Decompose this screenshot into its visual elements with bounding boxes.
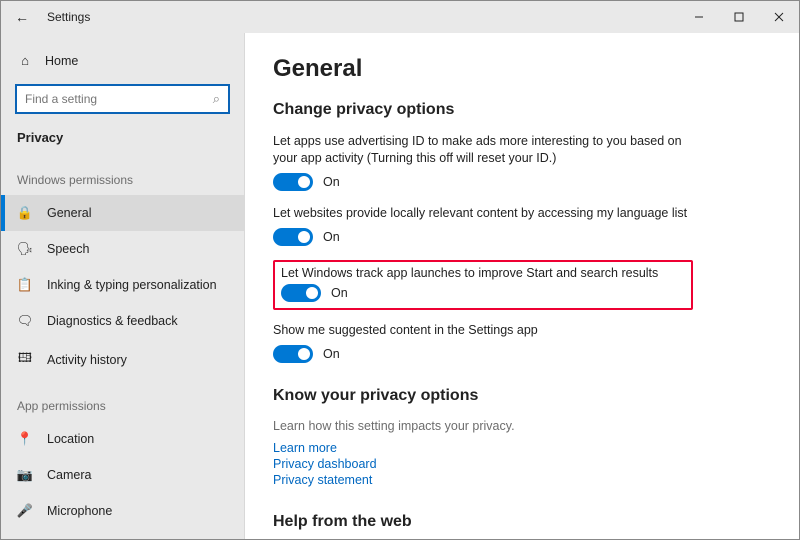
know-privacy-section: Know your privacy options Learn how this… xyxy=(273,387,769,487)
nav-label: Microphone xyxy=(47,504,112,518)
setting-track-app-launches-highlight: Let Windows track app launches to improv… xyxy=(273,260,693,310)
nav-inking[interactable]: 📋 Inking & typing personalization xyxy=(1,267,244,303)
nav-label: Diagnostics & feedback xyxy=(47,314,178,328)
home-nav[interactable]: ⌂ Home xyxy=(1,47,244,74)
nav-general[interactable]: 🔒 General xyxy=(1,195,244,231)
subheading-help-web: Help from the web xyxy=(273,513,769,531)
nav-label: Inking & typing personalization xyxy=(47,278,217,292)
group-app-permissions: App permissions xyxy=(1,381,244,421)
titlebar: ← Settings xyxy=(1,1,799,33)
setting-desc: Let apps use advertising ID to make ads … xyxy=(273,133,693,167)
toggle-state: On xyxy=(323,175,340,189)
nav-label: Location xyxy=(47,432,94,446)
location-icon: 📍 xyxy=(17,431,33,447)
toggle-state: On xyxy=(331,286,348,300)
minimize-button[interactable] xyxy=(679,1,719,33)
inking-icon: 📋 xyxy=(17,277,33,293)
nav-activity-history[interactable]: 🖽 Activity history xyxy=(1,339,244,381)
link-privacy-statement[interactable]: Privacy statement xyxy=(273,473,769,487)
toggle-advertising-id[interactable] xyxy=(273,173,313,191)
setting-language-list: Let websites provide locally relevant co… xyxy=(273,205,693,246)
help-from-web-section: Help from the web Managing Microsoft acc… xyxy=(273,513,769,540)
setting-desc: Let websites provide locally relevant co… xyxy=(273,205,693,222)
nav-microphone[interactable]: 🎤 Microphone xyxy=(1,493,244,529)
know-hint: Learn how this setting impacts your priv… xyxy=(273,419,769,433)
nav-speech[interactable]: 🗣 Speech xyxy=(1,231,244,267)
nav-camera[interactable]: 📷 Camera xyxy=(1,457,244,493)
lock-icon: 🔒 xyxy=(17,205,33,221)
toggle-state: On xyxy=(323,230,340,244)
microphone-icon: 🎤 xyxy=(17,503,33,519)
subheading-know-options: Know your privacy options xyxy=(273,387,769,405)
setting-desc: Let Windows track app launches to improv… xyxy=(281,266,685,280)
setting-desc: Show me suggested content in the Setting… xyxy=(273,322,693,339)
home-label: Home xyxy=(45,54,78,68)
search-box[interactable]: ⌕ xyxy=(15,84,230,114)
search-icon: ⌕ xyxy=(213,91,220,107)
nav-label: General xyxy=(47,206,91,220)
toggle-language-list[interactable] xyxy=(273,228,313,246)
speech-icon: 🗣 xyxy=(17,241,33,257)
nav-location[interactable]: 📍 Location xyxy=(1,421,244,457)
close-button[interactable] xyxy=(759,1,799,33)
subheading-privacy-options: Change privacy options xyxy=(273,101,769,119)
search-input[interactable] xyxy=(25,92,213,106)
toggle-state: On xyxy=(323,347,340,361)
nav-label: Speech xyxy=(47,242,89,256)
content-area[interactable]: General Change privacy options Let apps … xyxy=(245,33,799,539)
sidebar: ⌂ Home ⌕ Privacy Windows permissions 🔒 G… xyxy=(1,33,245,539)
feedback-icon: 🗨 xyxy=(17,313,33,329)
nav-diagnostics[interactable]: 🗨 Diagnostics & feedback xyxy=(1,303,244,339)
maximize-button[interactable] xyxy=(719,1,759,33)
window-title: Settings xyxy=(47,10,90,24)
group-windows-permissions: Windows permissions xyxy=(1,155,244,195)
nav-label: Camera xyxy=(47,468,91,482)
camera-icon: 📷 xyxy=(17,467,33,483)
toggle-track-app-launches[interactable] xyxy=(281,284,321,302)
link-privacy-dashboard[interactable]: Privacy dashboard xyxy=(273,457,769,471)
settings-window: ← Settings ⌂ Home ⌕ Privacy Windows perm… xyxy=(0,0,800,540)
back-button[interactable]: ← xyxy=(15,9,29,25)
page-title: General xyxy=(273,55,769,83)
home-icon: ⌂ xyxy=(17,53,33,68)
setting-advertising-id: Let apps use advertising ID to make ads … xyxy=(273,133,693,191)
toggle-suggested-content[interactable] xyxy=(273,345,313,363)
history-icon: 🖽 xyxy=(17,349,33,371)
section-title: Privacy xyxy=(1,126,244,155)
setting-suggested-content: Show me suggested content in the Setting… xyxy=(273,322,693,363)
link-learn-more[interactable]: Learn more xyxy=(273,441,769,455)
nav-label: Activity history xyxy=(47,353,127,367)
